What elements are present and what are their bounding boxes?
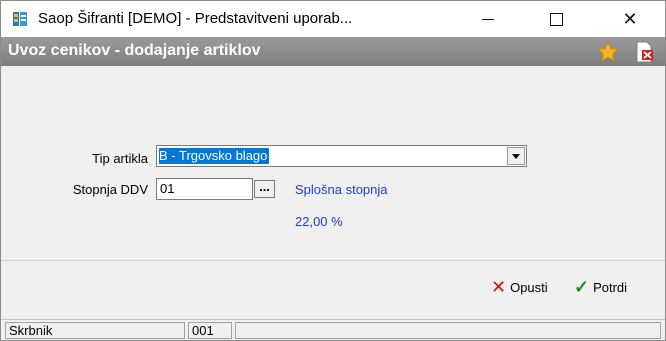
- confirm-button[interactable]: ✓ Potrdi: [574, 277, 627, 297]
- dialog-window: Saop Šifranti [DEMO] - Predstavitveni up…: [0, 0, 666, 341]
- cancel-x-icon: ✕: [491, 277, 507, 297]
- dropdown-button[interactable]: [507, 147, 525, 165]
- status-user: Skrbnik: [5, 322, 185, 339]
- app-icon: [13, 12, 27, 26]
- cancel-button[interactable]: ✕ Opusti: [491, 277, 548, 297]
- vat-rate-percent: 22,00 %: [295, 214, 343, 229]
- status-extra: [235, 322, 661, 339]
- status-company-code: 001: [188, 322, 232, 339]
- close-icon: ✕: [622, 8, 638, 29]
- chevron-down-icon: [512, 153, 520, 159]
- item-type-value: B - Trgovsko blago: [159, 148, 270, 164]
- pdf-export-icon[interactable]: [634, 41, 654, 63]
- confirm-label: Potrdi: [593, 279, 628, 295]
- maximize-icon: [549, 12, 563, 26]
- vat-lookup-button[interactable]: ...: [254, 180, 275, 198]
- close-button[interactable]: ✕: [607, 1, 653, 37]
- window-title: Saop Šifranti [DEMO] - Predstavitveni up…: [38, 10, 353, 27]
- star-icon[interactable]: [597, 41, 619, 63]
- cancel-label: Opusti: [510, 279, 548, 295]
- maximize-button[interactable]: [533, 1, 579, 37]
- item-type-select[interactable]: B - Trgovsko blago: [156, 145, 527, 167]
- section-title: Uvoz cenikov - dodajanje artiklov: [8, 42, 261, 59]
- minimize-icon: [482, 18, 494, 20]
- vat-rate-input[interactable]: 01: [156, 178, 253, 200]
- minimize-button[interactable]: [465, 1, 511, 37]
- status-bar: Skrbnik 001: [1, 319, 665, 340]
- item-type-label: Tip artikla: [92, 151, 148, 166]
- checkmark-icon: ✓: [574, 277, 590, 297]
- title-bar: Saop Šifranti [DEMO] - Predstavitveni up…: [1, 1, 665, 37]
- vat-rate-name: Splošna stopnja: [295, 182, 388, 197]
- vat-rate-label: Stopnja DDV: [72, 182, 148, 197]
- divider: [1, 260, 665, 261]
